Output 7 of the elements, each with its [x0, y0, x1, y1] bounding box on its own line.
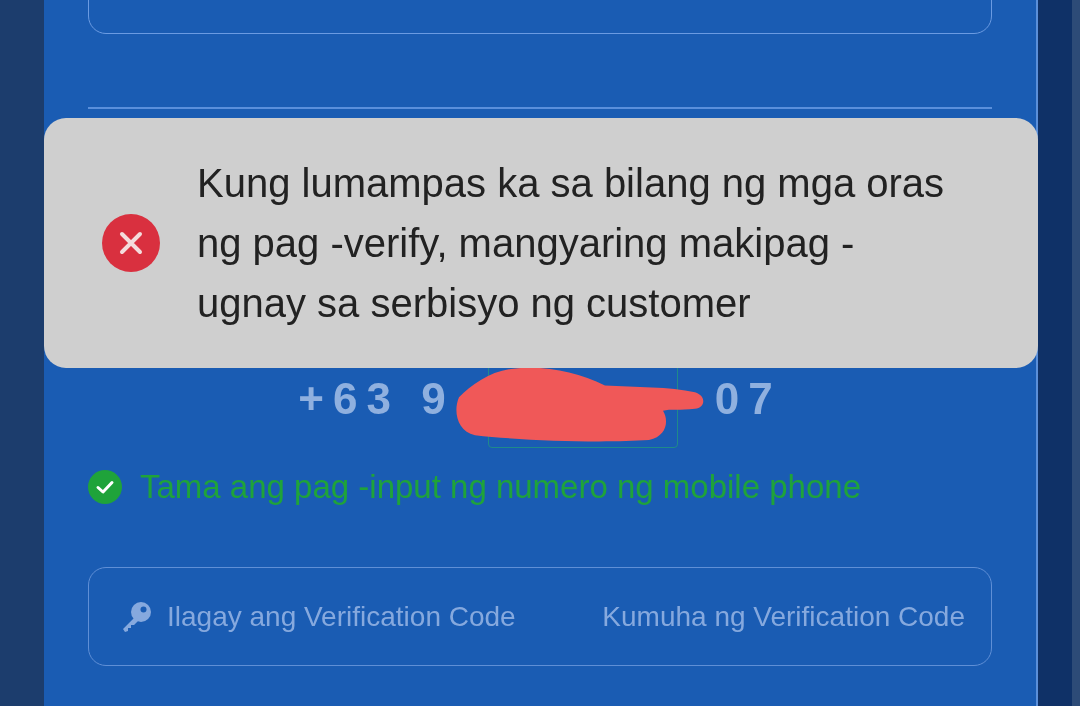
error-icon — [102, 214, 160, 272]
phone-number: +63 9 — [298, 377, 455, 421]
phone-number: 07 — [714, 377, 782, 421]
toast-message: Kung lumampas ka sa bilang ng mga oras ng pag -verify, mangyaring makipag -ugnay sa serbisyo ng customer — [197, 160, 946, 327]
get-code-button[interactable]: Kumuha ng Verification Code — [602, 600, 965, 633]
verification-code-field[interactable]: Ilagay ang Verification Code Kumuha ng Verification Code — [88, 567, 992, 666]
validation-message: Tama ang pag -input ng numero ng mobile phone — [140, 468, 861, 506]
